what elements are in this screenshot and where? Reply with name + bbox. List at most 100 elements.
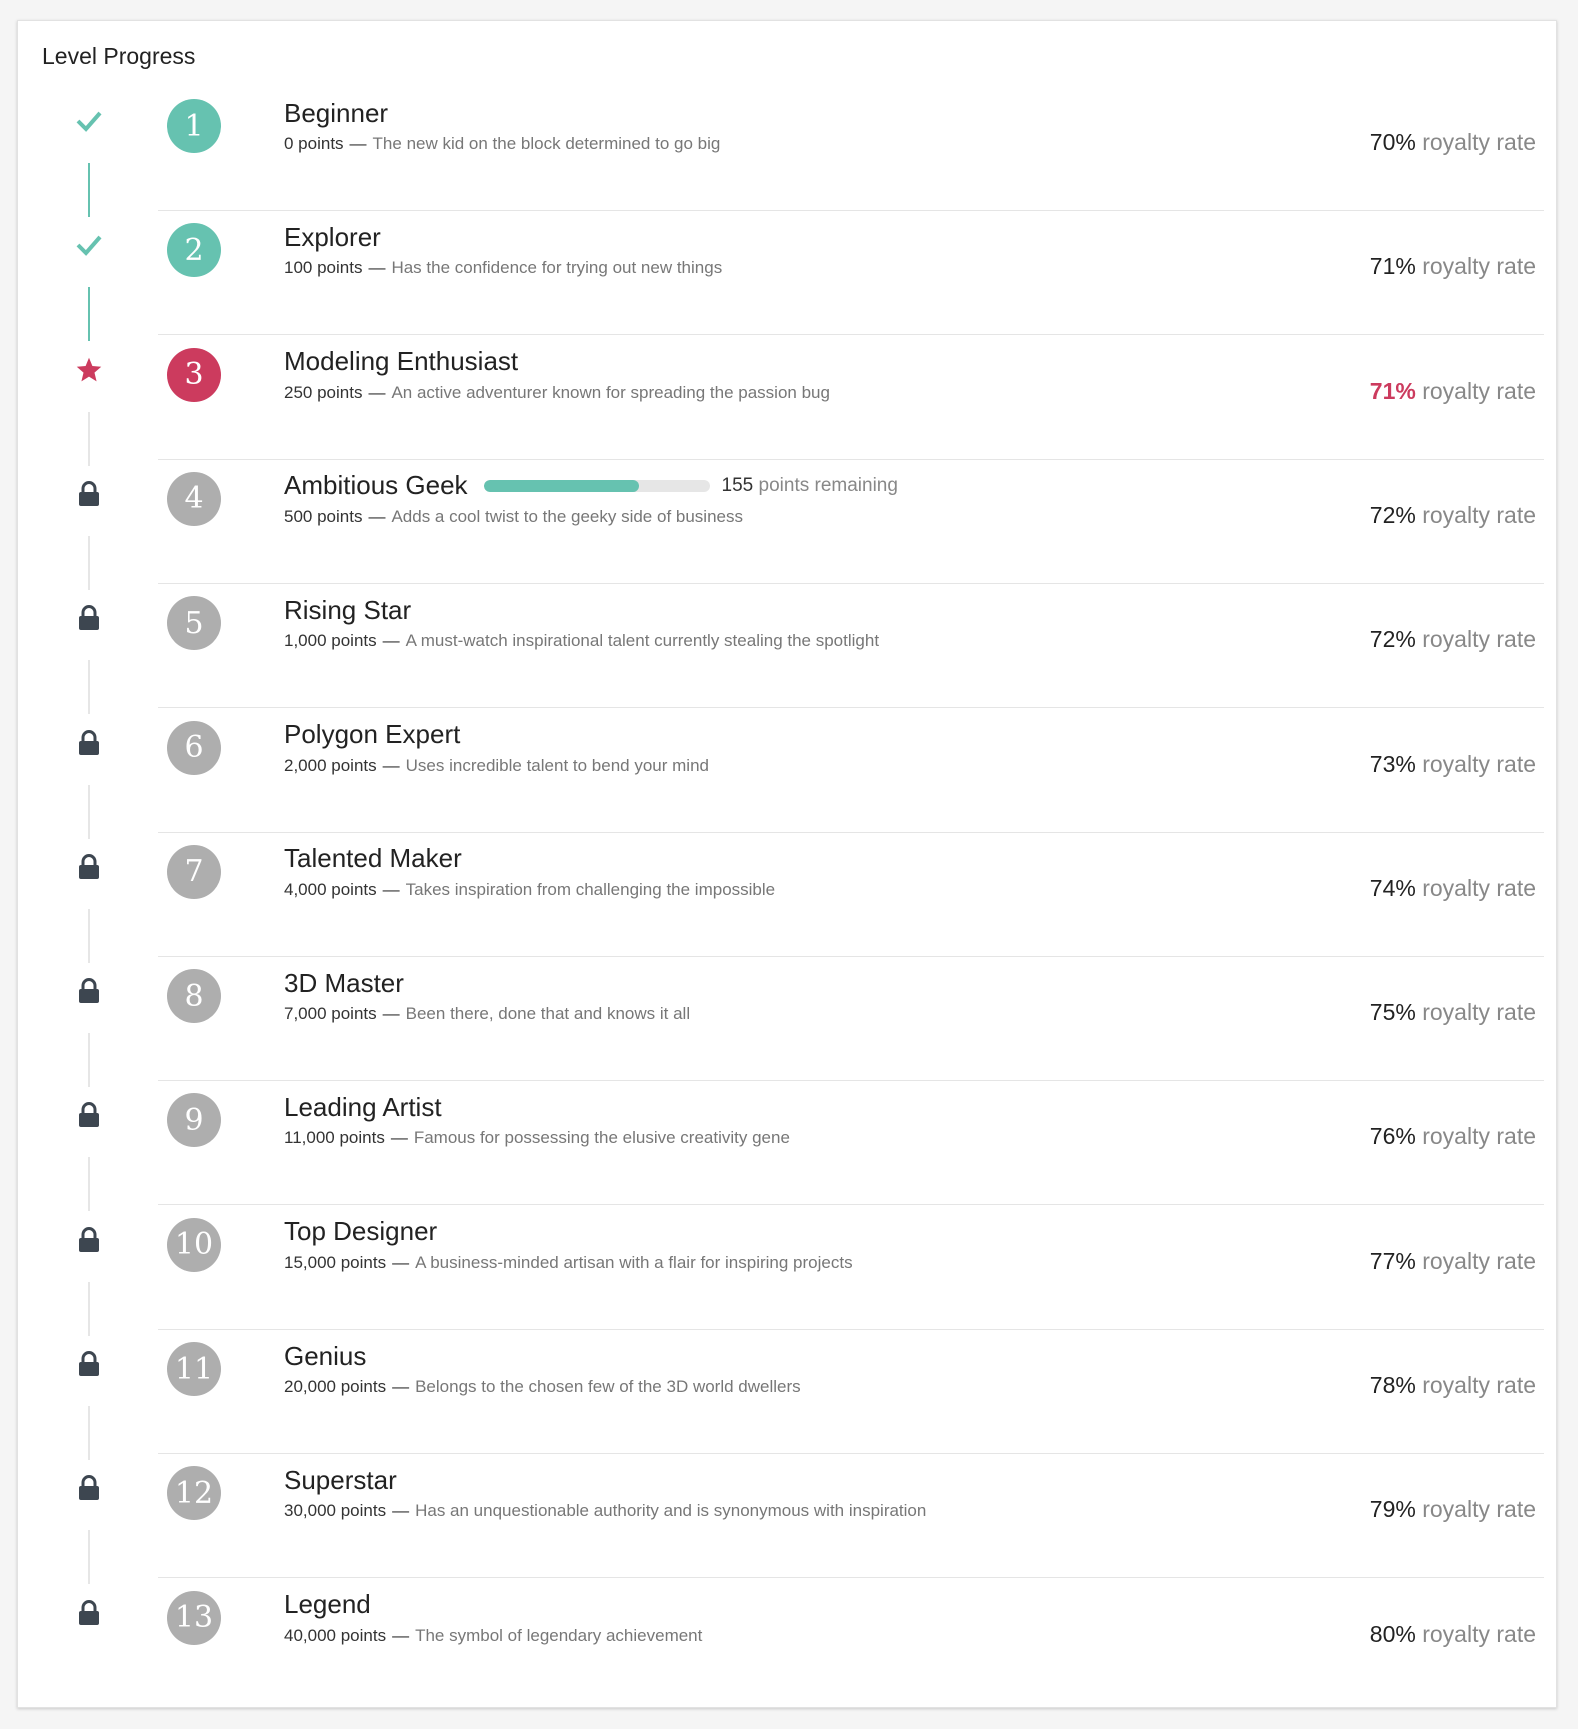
royalty-rate-value: 71% [1369,253,1416,280]
level-info: Beginner 0 points — The new kid on the bloc… [284,93,1258,154]
level-description: The new kid on the block determined to g… [372,134,721,153]
royalty-rate-label: royalty rate [1422,1247,1536,1274]
level-description: Has the confidence for trying out new th… [391,258,723,278]
level-number-badge: 2 [167,223,221,278]
level-number: 3 [184,357,204,393]
lock-icon [74,1598,104,1628]
level-description: Takes inspiration from challenging the i… [405,879,776,899]
level-info: Superstar 30,000 points — Has an unquestion… [284,1460,1258,1521]
timeline-connector [88,1281,90,1336]
level-info: Genius 20,000 points — Belongs to the chose… [284,1336,1258,1397]
level-points: 2,000 points [284,755,377,775]
timeline-connector [88,411,90,466]
level-number: 6 [184,730,204,765]
level-progress-card: Level Progress 1 Beginner 0 points — The new… [17,20,1557,1708]
timeline-connector [88,287,90,342]
level-number: 4 [184,481,204,517]
level-row: 13 Legend 40,000 points — The symbol of lege… [18,1579,1558,1703]
level-description: Belongs to the chosen few of the 3D worl… [415,1377,801,1396]
level-row: 10 Top Designer 15,000 points — A business-m… [18,1206,1558,1336]
level-number: 1 [184,108,204,144]
royalty-rate-label: royalty rate [1422,750,1536,777]
level-description: Has an unquestionable authority and is s… [415,1501,927,1521]
royalty-rate-label: royalty rate [1422,999,1536,1026]
level-info: Explorer 100 points — Has the confidence fo… [284,217,1258,278]
level-name: Superstar [284,1464,397,1495]
lock-icon [74,603,104,633]
level-number-badge: 1 [167,99,221,153]
royalty-rate: 71% royalty rate [1370,253,1536,280]
royalty-rate-value: 78% [1369,1372,1416,1398]
level-description: A must-watch inspirational talent curren… [405,631,880,651]
check-icon [74,106,104,136]
level-number-badge: 9 [167,1093,221,1148]
level-number-badge: 5 [167,596,221,651]
timeline-connector [88,535,90,590]
level-points: 500 points [284,506,363,526]
level-number: 10 [174,1227,214,1263]
separator-dash: — [368,382,386,402]
royalty-rate-label: royalty rate [1422,129,1536,155]
card-title: Level Progress [42,43,196,69]
level-progress-bar [483,479,710,492]
level-number-badge: 13 [167,1590,221,1645]
level-points: 4,000 points [284,879,377,899]
level-number: 2 [184,232,204,268]
level-description: Famous for possessing the elusive creati… [413,1128,790,1148]
level-row: 7 Talented Maker 4,000 points — Takes inspir… [18,833,1558,963]
level-number-badge: 6 [167,720,221,775]
level-points: 40,000 points [284,1625,387,1645]
royalty-rate-label: royalty rate [1422,626,1536,653]
royalty-rate: 70% royalty rate [1370,129,1536,156]
royalty-rate: 79% royalty rate [1370,1496,1536,1523]
royalty-rate-label: royalty rate [1422,501,1536,528]
level-points: 7,000 points [284,1004,377,1024]
royalty-rate-label: royalty rate [1422,1620,1536,1647]
level-name: Genius [284,1340,367,1371]
level-points: 0 points [284,134,344,153]
royalty-rate-value: 74% [1369,874,1416,901]
level-points: 20,000 points [284,1377,387,1396]
level-name: Beginner [284,97,389,128]
level-number-badge: 7 [167,844,221,899]
royalty-rate-value: 70% [1369,129,1416,155]
separator-dash: — [382,1004,400,1024]
lock-icon [74,852,104,882]
level-points: 250 points [284,382,363,402]
royalty-rate-label: royalty rate [1422,253,1536,280]
level-row: 11 Genius 20,000 points — Belongs to the cho… [18,1330,1558,1460]
royalty-rate-value: 80% [1369,1620,1416,1647]
points-remaining-label: points remaining [758,474,898,496]
level-number: 12 [174,1475,214,1511]
royalty-rate-value: 72% [1369,501,1416,528]
level-info: Talented Maker 4,000 points — Takes inspira… [284,839,1258,900]
royalty-rate: 73% royalty rate [1370,751,1536,778]
royalty-rate-label: royalty rate [1422,1496,1536,1523]
level-progress-fill [483,479,640,492]
level-points: 11,000 points [284,1128,385,1148]
level-number-badge: 12 [167,1466,221,1521]
level-number: 11 [174,1351,214,1387]
timeline-connector [88,1033,90,1088]
royalty-rate: 71% royalty rate [1370,378,1536,405]
separator-dash: — [390,1128,408,1148]
royalty-rate-label: royalty rate [1422,874,1536,901]
royalty-rate-label: royalty rate [1422,1123,1536,1150]
level-points: 30,000 points [284,1501,387,1521]
level-info: Rising Star 1,000 points — A must-watch ins… [284,590,1258,651]
level-row: 6 Polygon Expert 2,000 points — Uses incredi… [18,709,1558,839]
level-name: Ambitious Geek [284,470,468,501]
royalty-rate: 72% royalty rate [1370,626,1536,653]
level-info: Legend 40,000 points — The symbol of legend… [284,1585,1258,1646]
level-name: Top Designer [284,1216,438,1247]
level-number: 13 [174,1600,214,1636]
level-description: The symbol of legendary achievement [415,1625,703,1645]
timeline-connector [88,1530,90,1585]
level-row: 1 Beginner 0 points — The new kid on the blo… [18,87,1558,217]
royalty-rate-label: royalty rate [1422,377,1536,404]
level-number: 9 [184,1102,204,1138]
royalty-rate: 75% royalty rate [1370,999,1536,1026]
points-remaining: 155 points remaining [722,475,898,497]
level-info: Top Designer 15,000 points — A business-min… [284,1212,1258,1273]
points-remaining-value: 155 [721,474,754,496]
